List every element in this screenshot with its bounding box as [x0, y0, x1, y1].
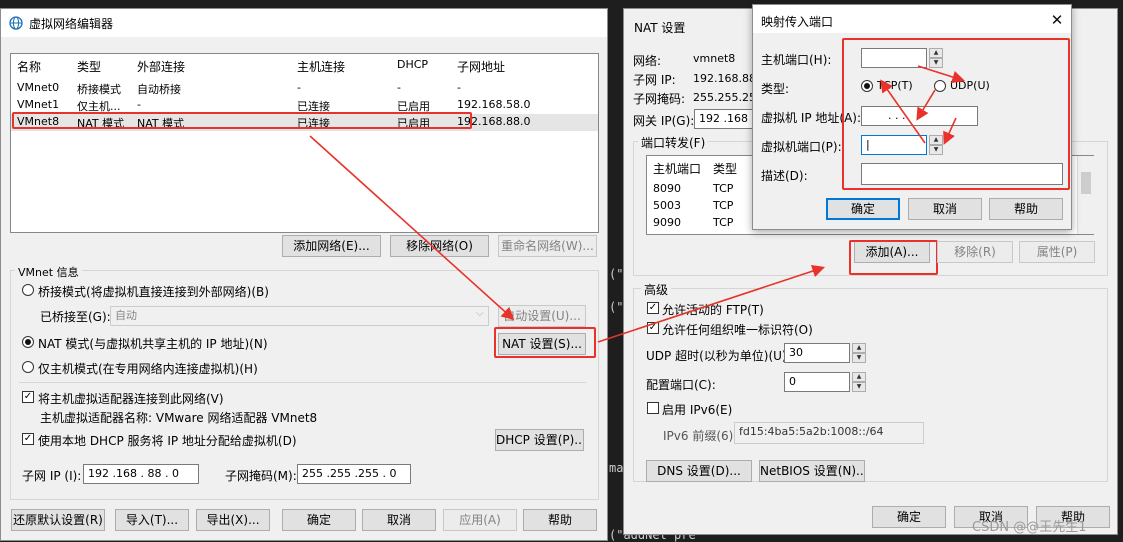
annotation-arrows: [309, 65, 966, 343]
